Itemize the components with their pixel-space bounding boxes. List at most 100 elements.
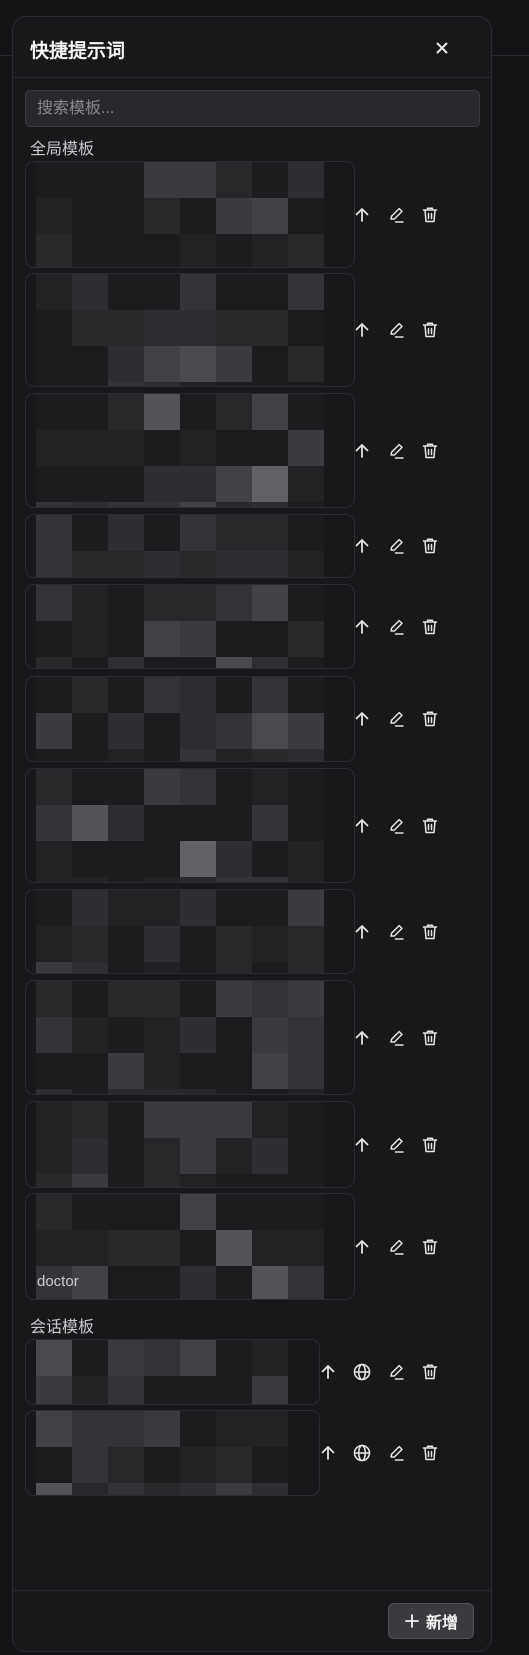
add-template-button[interactable]: 新增 xyxy=(388,1603,474,1639)
edit-button[interactable] xyxy=(385,616,407,638)
blur-tile xyxy=(108,466,144,502)
make-global-button[interactable] xyxy=(351,1361,373,1383)
blur-tile xyxy=(180,515,216,551)
search-input[interactable] xyxy=(25,90,480,127)
template-card[interactable] xyxy=(25,1101,355,1188)
blur-tile xyxy=(288,234,324,267)
edit-button[interactable] xyxy=(385,1027,407,1049)
template-card[interactable] xyxy=(25,273,355,387)
blur-tile xyxy=(108,274,144,310)
delete-button[interactable] xyxy=(419,440,441,462)
edit-icon xyxy=(390,1137,404,1153)
delete-button[interactable] xyxy=(419,921,441,943)
delete-button[interactable] xyxy=(419,1027,441,1049)
template-card[interactable] xyxy=(25,980,355,1095)
delete-button[interactable] xyxy=(419,1442,441,1464)
blur-tile xyxy=(144,1053,180,1089)
blur-tile xyxy=(180,1102,216,1138)
blur-tile xyxy=(216,1266,252,1299)
edit-button[interactable] xyxy=(385,921,407,943)
template-card[interactable] xyxy=(25,1410,320,1496)
edit-button[interactable] xyxy=(385,440,407,462)
blur-tile xyxy=(36,926,72,962)
template-card[interactable] xyxy=(25,161,355,268)
delete-button[interactable] xyxy=(419,815,441,837)
arrow-up-icon xyxy=(321,1365,335,1379)
template-card[interactable] xyxy=(25,393,355,508)
blur-tile xyxy=(288,1174,324,1187)
move-up-button[interactable] xyxy=(317,1361,339,1383)
blur-tile xyxy=(180,1447,216,1483)
blur-tile xyxy=(144,585,180,621)
arrow-up-icon xyxy=(355,619,369,634)
edit-button[interactable] xyxy=(385,535,407,557)
blur-tile xyxy=(72,274,108,310)
delete-button[interactable] xyxy=(419,1134,441,1156)
edit-button[interactable] xyxy=(385,815,407,837)
blur-tile xyxy=(252,382,288,386)
edit-button[interactable] xyxy=(385,204,407,226)
delete-button[interactable] xyxy=(419,1361,441,1383)
blur-tile xyxy=(108,1340,144,1376)
move-up-button[interactable] xyxy=(351,319,373,341)
delete-button[interactable] xyxy=(419,708,441,730)
edit-button[interactable] xyxy=(385,708,407,730)
blur-tile xyxy=(288,713,324,749)
edit-button[interactable] xyxy=(385,1134,407,1156)
template-card[interactable] xyxy=(25,676,355,762)
blur-tile xyxy=(36,677,72,713)
move-up-button[interactable] xyxy=(351,1134,373,1156)
blur-tile xyxy=(252,1138,288,1174)
blur-tile xyxy=(72,926,108,962)
close-button[interactable] xyxy=(433,39,451,57)
blur-tile xyxy=(216,1483,252,1495)
delete-button[interactable] xyxy=(419,204,441,226)
blur-tile xyxy=(108,1089,144,1094)
blur-tile xyxy=(252,1194,288,1230)
blur-tile xyxy=(144,1194,180,1230)
blur-tile xyxy=(180,1194,216,1230)
template-card[interactable] xyxy=(25,768,355,883)
move-up-button[interactable] xyxy=(351,535,373,557)
edit-button[interactable] xyxy=(385,1361,407,1383)
blur-tile xyxy=(144,515,180,551)
delete-button[interactable] xyxy=(419,1236,441,1258)
blur-tile xyxy=(216,394,252,430)
delete-button[interactable] xyxy=(419,616,441,638)
template-card[interactable] xyxy=(25,584,355,669)
move-up-button[interactable] xyxy=(351,708,373,730)
edit-button[interactable] xyxy=(385,1442,407,1464)
template-card[interactable] xyxy=(25,889,355,974)
blur-tile xyxy=(108,677,144,713)
blur-tile xyxy=(108,1053,144,1089)
move-up-button[interactable] xyxy=(351,616,373,638)
template-actions xyxy=(351,708,453,730)
blur-tile xyxy=(216,1447,252,1483)
blur-tile xyxy=(252,890,288,926)
move-up-button[interactable] xyxy=(351,1236,373,1258)
move-up-button[interactable] xyxy=(351,815,373,837)
move-up-button[interactable] xyxy=(351,1027,373,1049)
move-up-button[interactable] xyxy=(317,1442,339,1464)
make-global-button[interactable] xyxy=(351,1442,373,1464)
blurred-content xyxy=(36,394,324,507)
blur-tile xyxy=(108,981,144,1017)
blur-tile xyxy=(108,1483,144,1495)
blur-tile xyxy=(72,382,108,386)
blur-tile xyxy=(72,515,108,551)
delete-button[interactable] xyxy=(419,535,441,557)
blur-tile xyxy=(108,657,144,668)
template-card[interactable] xyxy=(25,1339,320,1405)
edit-button[interactable] xyxy=(385,319,407,341)
blur-tile xyxy=(288,1138,324,1174)
delete-button[interactable] xyxy=(419,319,441,341)
move-up-button[interactable] xyxy=(351,204,373,226)
template-card[interactable] xyxy=(25,514,355,578)
move-up-button[interactable] xyxy=(351,440,373,462)
move-up-button[interactable] xyxy=(351,921,373,943)
edit-button[interactable] xyxy=(385,1236,407,1258)
blur-tile xyxy=(108,1411,144,1447)
blur-tile xyxy=(72,962,108,973)
blur-tile xyxy=(72,981,108,1017)
template-card[interactable]: doctor xyxy=(25,1193,355,1300)
